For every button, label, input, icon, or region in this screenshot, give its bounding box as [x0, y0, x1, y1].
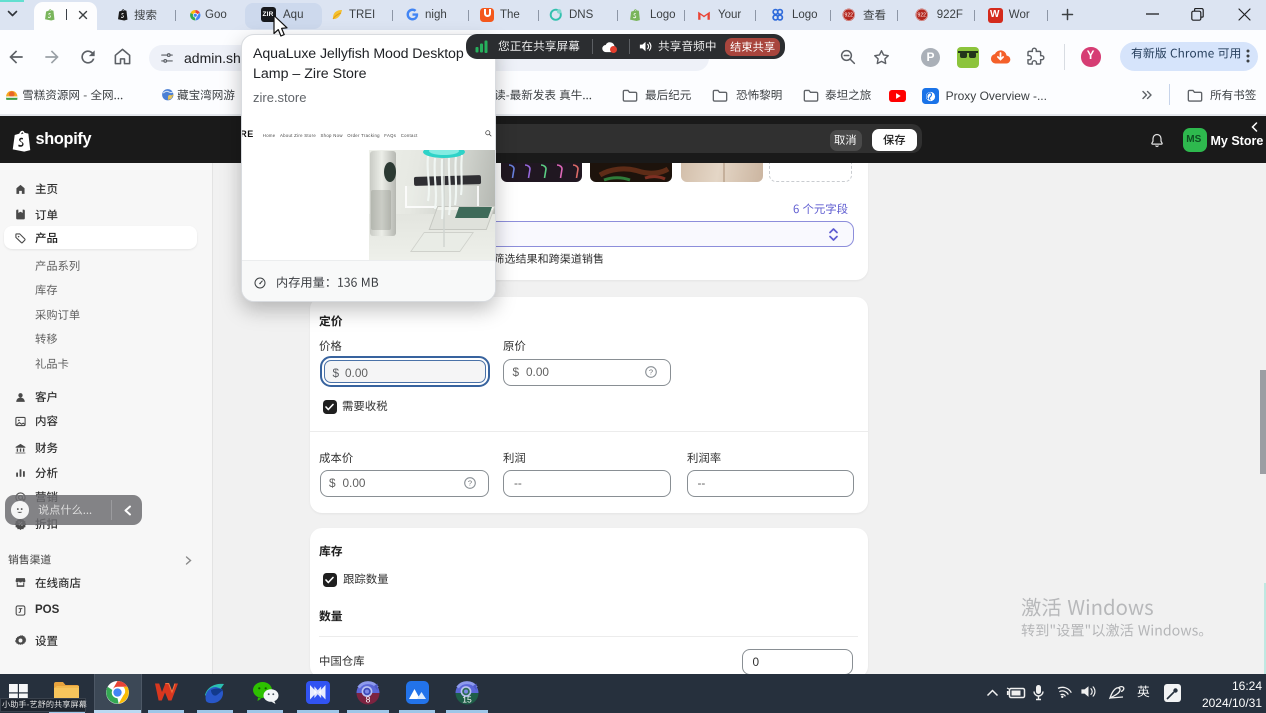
svg-text:15: 15: [462, 694, 472, 704]
svg-text:?: ?: [468, 479, 472, 488]
svg-text:922: 922: [918, 13, 927, 19]
svg-text:922: 922: [845, 13, 854, 19]
svg-text:8: 8: [366, 694, 371, 704]
svg-text:?: ?: [649, 368, 653, 377]
